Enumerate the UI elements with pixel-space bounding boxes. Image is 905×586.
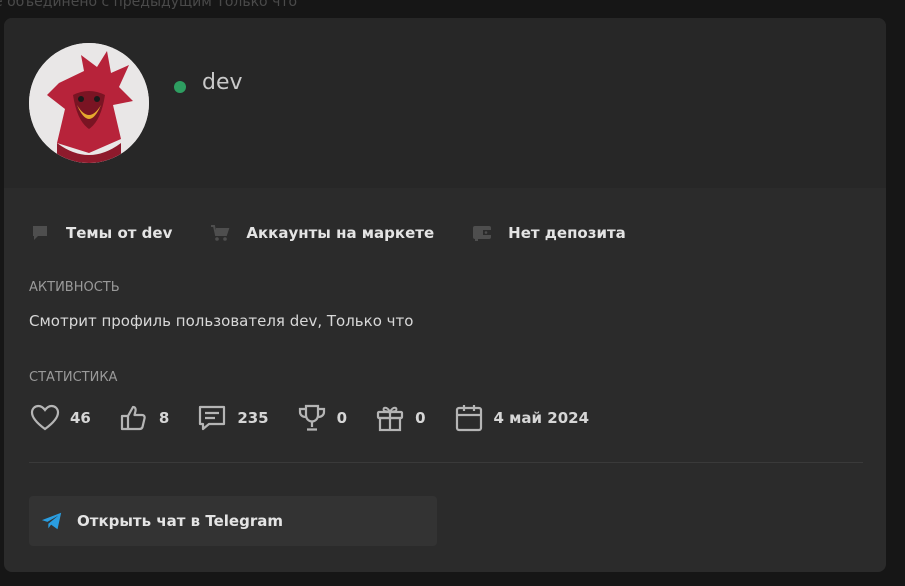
stat-thumbs[interactable]: 8: [119, 403, 169, 433]
stat-likes-value: 46: [70, 409, 91, 427]
divider: [29, 462, 863, 463]
telegram-chat-label: Открыть чат в Telegram: [77, 512, 283, 530]
stat-gifts-value: 0: [415, 409, 426, 427]
stat-likes[interactable]: 46: [30, 403, 91, 433]
username[interactable]: dev: [202, 70, 243, 95]
stat-messages[interactable]: 235: [197, 403, 269, 433]
calendar-icon: [454, 403, 484, 433]
thumbs-up-icon: [119, 403, 149, 433]
stat-registered[interactable]: 4 май 2024: [454, 403, 590, 433]
message-icon: [197, 403, 227, 433]
statistics-title: СТАТИСТИКА: [29, 370, 118, 385]
statistics-row: 46 8 235 0 0 4 май 2024: [30, 403, 617, 433]
stat-trophies[interactable]: 0: [297, 403, 347, 433]
link-deposit-label: Нет депозита: [508, 224, 626, 242]
online-status-dot: [174, 81, 186, 93]
background-partial-text: е объединено с предыдущим Только что: [0, 0, 298, 10]
profile-header: dev: [4, 18, 886, 188]
gift-icon: [375, 403, 405, 433]
profile-links: Темы от dev Аккаунты на маркете Нет депо…: [30, 223, 664, 243]
link-user-threads[interactable]: Темы от dev: [30, 223, 172, 243]
link-market-accounts-label: Аккаунты на маркете: [246, 224, 435, 242]
chat-bubble-icon: [30, 223, 50, 243]
link-market-accounts[interactable]: Аккаунты на маркете: [210, 223, 434, 243]
avatar[interactable]: [29, 43, 149, 163]
profile-card: dev Темы от dev Аккаунты на маркете Нет …: [4, 18, 886, 572]
stat-gifts[interactable]: 0: [375, 403, 426, 433]
activity-text: Смотрит профиль пользователя dev, Только…: [29, 312, 414, 330]
avatar-image: [29, 43, 149, 163]
wallet-icon: [472, 223, 492, 243]
cart-icon: [210, 223, 230, 243]
heart-icon: [30, 403, 60, 433]
stat-thumbs-value: 8: [158, 409, 170, 427]
stat-trophies-value: 0: [336, 409, 348, 427]
telegram-icon: [41, 510, 63, 532]
stat-messages-value: 235: [237, 409, 269, 427]
trophy-icon: [297, 403, 327, 433]
activity-title: АКТИВНОСТЬ: [29, 280, 120, 295]
stat-registered-value: 4 май 2024: [493, 409, 590, 427]
link-user-threads-label: Темы от dev: [66, 224, 173, 242]
link-deposit[interactable]: Нет депозита: [472, 223, 626, 243]
telegram-chat-button[interactable]: Открыть чат в Telegram: [29, 496, 437, 546]
